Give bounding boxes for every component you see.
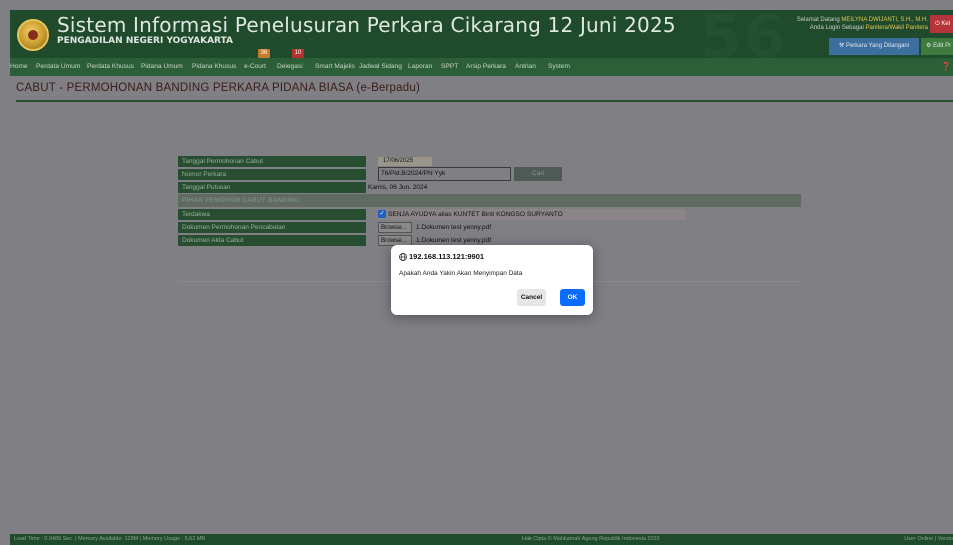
gavel-icon: ⚒	[838, 43, 845, 49]
cari-button[interactable]: Cari	[514, 167, 562, 181]
nav-pidana-khusus[interactable]: Pidana Khusus	[192, 58, 236, 76]
dokumen-pencabutan-label: Dokumen Permohonan Pencabutan	[178, 222, 366, 233]
browser-page: 56 Sistem Informasi Penelusuran Perkara …	[0, 0, 953, 545]
nav-smart-majelis[interactable]: Smart Majelis	[315, 58, 355, 76]
perkara-ditangani-button[interactable]: ⚒ Perkara Yang Ditangani	[829, 38, 919, 55]
nav-ecourt[interactable]: e-Court 36	[244, 49, 270, 76]
nomor-perkara-input[interactable]: 76/Pid.B/2024/PN Yyk	[378, 167, 511, 181]
section-pihak-pemohon: PIHAK PEMOHON CABUT BANDING	[178, 194, 801, 207]
welcome-prefix: Selamat Datang	[796, 17, 840, 23]
row-tanggal-putusan: Tanggal Putusan Kamis, 06 Jun. 2024	[178, 182, 801, 193]
nav-delegasi[interactable]: Delegasi 10	[277, 49, 304, 76]
delegasi-count-badge: 10	[292, 49, 304, 58]
nav-antrian[interactable]: Antrian	[515, 58, 536, 76]
footer-user-online[interactable]: User Online | Versio	[904, 534, 953, 545]
terdakwa-label: Terdakwa	[178, 209, 366, 220]
edit-profile-label: Edit Pr	[933, 43, 952, 49]
tanggal-permohonan-label: Tanggal Permohonan Cabut	[178, 156, 366, 167]
help-icon[interactable]: ❓	[941, 58, 951, 76]
ok-button[interactable]: OK	[560, 289, 585, 306]
app-footer: Load Time : 0.0489 Sec. | Memory Availab…	[10, 534, 953, 545]
login-prefix: Anda Login Sebagai	[809, 25, 864, 31]
footer-stats: Load Time : 0.0489 Sec. | Memory Availab…	[14, 536, 206, 542]
nav-delegasi-label: Delegasi	[277, 63, 303, 70]
court-logo	[17, 19, 49, 51]
nav-arsip-perkara[interactable]: Arsip Perkara	[466, 58, 506, 76]
dialog-message: Apakah Anda Yakin Akan Menyimpan Data	[399, 270, 523, 277]
power-icon: ⏻	[935, 21, 940, 27]
tanggal-putusan-label: Tanggal Putusan	[178, 182, 366, 193]
logo-emblem-icon	[28, 30, 38, 40]
nav-system[interactable]: System	[548, 58, 570, 76]
gear-icon: ⚙	[926, 43, 932, 49]
heading-divider	[16, 100, 953, 102]
globe-icon	[399, 253, 407, 261]
welcome-text: Selamat Datang MEILYNA DWIJANTI, S.H., M…	[797, 16, 928, 32]
confirm-dialog: 192.168.113.121:9901 Apakah Anda Yakin A…	[391, 245, 593, 315]
nav-jadwal-sidang[interactable]: Jadwal Sidang	[359, 58, 402, 76]
nav-perdata-khusus[interactable]: Perdata Khusus	[87, 58, 134, 76]
logout-button[interactable]: ⏻ Kel	[930, 15, 953, 33]
row-terdakwa: Terdakwa ✓ SENJA AYUDYA alias KUNTET Bin…	[178, 209, 801, 220]
app-title: Sistem Informasi Penelusuran Perkara Cik…	[57, 13, 676, 37]
tanggal-putusan-value: Kamis, 06 Jun. 2024	[368, 184, 428, 191]
app-header: 56 Sistem Informasi Penelusuran Perkara …	[10, 10, 953, 58]
ecourt-count-badge: 36	[258, 49, 270, 58]
nav-home[interactable]: Home	[10, 58, 28, 76]
nav-perdata-umum[interactable]: Perdata Umum	[36, 58, 80, 76]
nav-sppt[interactable]: SPPT	[441, 58, 458, 76]
browse-pencabutan-button[interactable]: Browse...	[378, 222, 412, 233]
terdakwa-name: SENJA AYUDYA alias KUNTET Binti KONGSO S…	[388, 211, 563, 218]
cancel-button[interactable]: Cancel	[517, 289, 546, 306]
row-dokumen-pencabutan: Dokumen Permohonan Pencabutan Browse... …	[178, 222, 801, 233]
welcome-user: MEILYNA DWIJANTI, S.H., M.H.	[841, 17, 928, 23]
footer-copyright: Hak Cipta © Mahkamah Agung Republik Indo…	[522, 536, 660, 542]
row-tanggal-permohonan: Tanggal Permohonan Cabut 17/06/2025	[178, 156, 801, 167]
row-nomor-perkara: Nomor Perkara 76/Pid.B/2024/PN Yyk Cari	[178, 167, 801, 181]
nav-pidana-umum[interactable]: Pidana Umum	[141, 58, 183, 76]
nav-laporan[interactable]: Laporan	[408, 58, 432, 76]
perkara-ditangani-label: Perkara Yang Ditangani	[845, 43, 910, 49]
page-title: CABUT - PERMOHONAN BANDING PERKARA PIDAN…	[16, 82, 420, 94]
login-role: Panitera/Wakil Panitera	[865, 25, 928, 31]
terdakwa-checkbox[interactable]: ✓	[378, 210, 386, 218]
header-watermark: 56	[700, 10, 788, 58]
logout-label: Kel	[941, 21, 951, 27]
nomor-perkara-label: Nomor Perkara	[178, 169, 366, 180]
court-name: PENGADILAN NEGERI YOGYAKARTA	[57, 36, 233, 46]
edit-profile-button[interactable]: ⚙ Edit Pr	[921, 38, 953, 55]
nav-ecourt-label: e-Court	[244, 63, 266, 70]
dialog-origin: 192.168.113.121:9901	[409, 252, 485, 261]
dokumen-akta-label: Dokumen Akta Cabut	[178, 235, 366, 246]
main-nav: Home Perdata Umum Perdata Khusus Pidana …	[10, 49, 953, 76]
tanggal-permohonan-input[interactable]: 17/06/2025	[378, 157, 432, 166]
file-pencabutan-name: 1.Dokumen test yenny.pdf	[416, 224, 492, 231]
